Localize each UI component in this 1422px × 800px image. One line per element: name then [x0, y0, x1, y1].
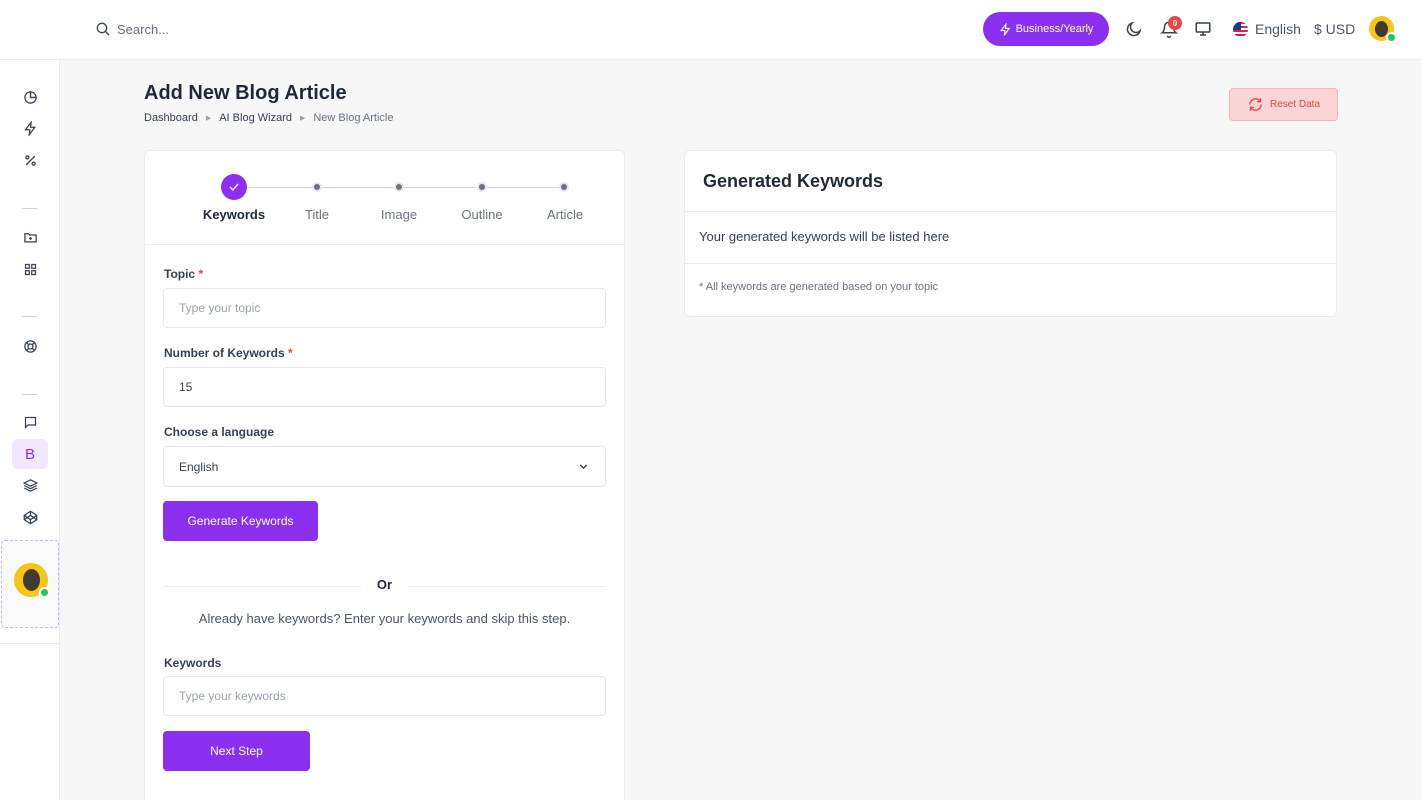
- grid-icon: [24, 263, 36, 275]
- check-icon: [229, 183, 239, 192]
- dark-mode-toggle[interactable]: [1124, 19, 1144, 39]
- sidebar-divider: [22, 394, 37, 395]
- step-connector: [487, 187, 559, 188]
- step-image-dot[interactable]: [394, 182, 404, 192]
- sidebar-item-dashboard[interactable]: [18, 85, 42, 109]
- wizard-card: Keywords Title Image Outline Article Top…: [144, 150, 625, 800]
- generated-keywords-empty-text: Your generated keywords will be listed h…: [699, 229, 950, 244]
- folder-plus-icon: [23, 232, 37, 242]
- lifebuoy-icon: [23, 339, 37, 353]
- sidebar-item-support[interactable]: [18, 334, 42, 358]
- keywords-label: Keywords: [164, 656, 222, 670]
- step-keywords-check[interactable]: [221, 174, 247, 200]
- reset-data-button[interactable]: Reset Data: [1229, 88, 1338, 121]
- notification-badge: 0: [1168, 16, 1182, 30]
- language-label: English: [1255, 21, 1301, 37]
- monitor-icon: [1195, 22, 1211, 36]
- search-bar[interactable]: [95, 21, 337, 37]
- lightning-icon: [23, 120, 36, 136]
- sidebar: B: [0, 60, 60, 800]
- breadcrumb: Dashboard ▶ AI Blog Wizard ▶ New Blog Ar…: [144, 112, 393, 124]
- breadcrumb-dashboard[interactable]: Dashboard: [144, 112, 198, 124]
- step-connector: [404, 187, 476, 188]
- currency-selector[interactable]: $ USD: [1314, 21, 1355, 37]
- topic-input[interactable]: [163, 288, 606, 328]
- sidebar-item-folder[interactable]: [18, 225, 42, 249]
- breadcrumb-ai-blog-wizard[interactable]: AI Blog Wizard: [219, 112, 292, 124]
- sidebar-item-code[interactable]: [18, 505, 42, 529]
- step-label-outline: Outline: [461, 207, 503, 222]
- step-label-title: Title: [304, 207, 330, 222]
- step-connector: [322, 187, 393, 188]
- language-selector[interactable]: English: [1233, 21, 1301, 37]
- language-select-value: English: [179, 459, 219, 474]
- topic-label: Topic *: [164, 267, 204, 281]
- sidebar-item-percent[interactable]: [18, 148, 42, 172]
- reset-data-label: Reset Data: [1269, 99, 1321, 110]
- user-avatar[interactable]: [1369, 16, 1397, 43]
- or-text: Or: [376, 577, 393, 592]
- page-title: Add New Blog Article: [144, 82, 347, 104]
- chevron-down-icon: [579, 464, 588, 470]
- sidebar-item-layers[interactable]: [18, 473, 42, 497]
- step-title-dot[interactable]: [312, 182, 322, 192]
- generate-keywords-button[interactable]: Generate Keywords: [163, 501, 318, 541]
- top-bar: Business/Yearly 0 English $ USD: [0, 0, 1422, 60]
- sidebar-item-chat[interactable]: [18, 410, 42, 434]
- generated-keywords-note: * All keywords are generated based on yo…: [699, 281, 939, 293]
- plan-label: Business/Yearly: [1015, 23, 1094, 35]
- breadcrumb-separator-icon: ▶: [205, 115, 212, 122]
- sidebar-avatar: [14, 563, 50, 598]
- search-icon: [96, 22, 110, 36]
- step-outline-dot[interactable]: [477, 182, 487, 192]
- generated-keywords-title: Generated Keywords: [703, 171, 884, 191]
- step-label-keywords: Keywords: [202, 207, 266, 222]
- layers-icon: [22, 478, 38, 492]
- moon-icon: [1126, 21, 1142, 37]
- generated-keywords-card: Generated Keywords Your generated keywor…: [684, 150, 1337, 317]
- or-divider: Or: [163, 577, 606, 595]
- wizard-stepper: Keywords Title Image Outline Article: [145, 151, 624, 245]
- num-keywords-label: Number of Keywords *: [164, 346, 293, 360]
- us-flag-icon: [1233, 21, 1248, 37]
- online-status-dot: [1386, 32, 1397, 43]
- online-status-dot: [39, 587, 50, 598]
- search-input[interactable]: [117, 21, 337, 37]
- breadcrumb-separator-icon: ▶: [299, 115, 306, 122]
- sidebar-divider: [22, 316, 37, 317]
- sidebar-divider: [22, 208, 37, 209]
- sidebar-item-apps[interactable]: [18, 257, 42, 281]
- codepen-icon: [23, 510, 37, 524]
- lightning-icon: [999, 22, 1010, 36]
- pie-chart-icon: [23, 90, 37, 104]
- breadcrumb-current: New Blog Article: [313, 112, 394, 124]
- step-label-article: Article: [546, 207, 584, 222]
- keywords-input[interactable]: [163, 676, 606, 716]
- sidebar-profile[interactable]: [1, 540, 59, 628]
- language-select[interactable]: English: [163, 446, 606, 487]
- next-step-button[interactable]: Next Step: [163, 731, 310, 771]
- chat-icon: [24, 416, 36, 429]
- sidebar-item-blog[interactable]: B: [12, 439, 48, 469]
- sidebar-divider: [0, 643, 60, 644]
- num-keywords-input[interactable]: [163, 367, 606, 407]
- language-field-label: Choose a language: [164, 425, 275, 439]
- plan-button[interactable]: Business/Yearly: [983, 12, 1109, 46]
- step-label-image: Image: [380, 207, 418, 222]
- display-button[interactable]: [1193, 19, 1213, 39]
- skip-step-text: Already have keywords? Enter your keywor…: [198, 611, 571, 626]
- step-article-dot[interactable]: [559, 182, 569, 192]
- percent-icon: [24, 154, 36, 166]
- sidebar-item-lightning[interactable]: [18, 116, 42, 140]
- refresh-icon: [1249, 98, 1262, 111]
- step-connector: [247, 187, 313, 188]
